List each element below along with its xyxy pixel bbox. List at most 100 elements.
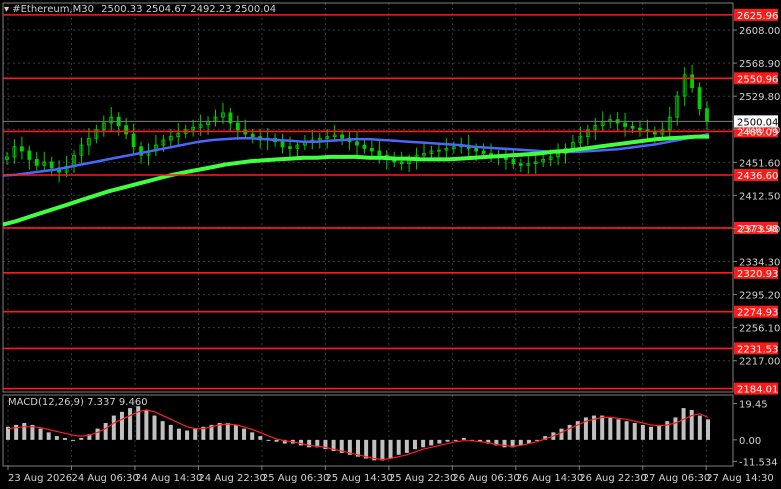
macd-hist-bar [160,421,165,440]
candle-body [474,148,479,152]
macd-hist-bar [128,408,133,440]
candle-body [690,74,695,88]
level-label: 2184.01 [737,385,778,396]
level-label: 2550.96 [737,74,778,85]
time-tick-label: 23 Aug 2026 [8,473,72,484]
macd-hist-bar [242,428,247,440]
macd-hist-bar [706,419,710,440]
macd-hist-bar [364,439,369,459]
candle-body [630,126,635,129]
macd-hist-bar [299,439,304,446]
macd-hist-bar [119,411,124,440]
time-tick-label: 25 Aug 06:30 [262,473,329,484]
symbol-label: ▾ #Ethereum,M30 2500.33 2504.67 2492.23 … [4,4,276,15]
macd-hist-bar [649,426,654,440]
candle-body [399,161,404,165]
level-label: 2274.93 [737,308,778,319]
candle-body [124,125,129,135]
macd-hist-bar [632,423,637,440]
time-tick-label: 24 Aug 14:30 [135,473,202,484]
candle-body [340,134,345,139]
price-tick-label: 2412.50 [739,191,780,202]
macd-hist-bar [616,419,621,440]
candle-body [131,133,136,148]
macd-hist-bar [673,417,678,440]
macd-hist-bar [657,424,662,440]
price-tick-label: 2490.70 [739,125,780,136]
macd-hist-bar [22,423,27,440]
macd-hist-bar [152,415,157,440]
price-tick-label: 2451.60 [739,158,780,169]
time-tick-label: 26 Aug 06:30 [452,473,519,484]
macd-hist-bar [412,439,417,450]
macd-hist-bar [307,439,312,448]
macd-hist-bar [79,437,84,440]
price-chart-svg[interactable]: 2625.962550.962488.092436.602373.982320.… [0,0,781,489]
time-tick-label: 24 Aug 22:30 [198,473,265,484]
time-tick-label: 26 Aug 14:30 [516,473,583,484]
trading-chart[interactable]: 2625.96 2550.96 2488.09 2436.60 2373.98 2320.… [0,0,781,489]
macd-hist-bar [396,439,401,455]
price-tick-label: 2608.00 [739,26,780,37]
price-tick-label: 2334.30 [739,258,780,269]
level-label: 2436.60 [737,171,778,182]
macd-hist-bar [624,421,629,440]
macd-hist-bar [144,409,149,440]
macd-hist-bar [176,428,181,440]
macd-hist-bar [185,430,190,440]
macd-hist-bar [388,439,393,459]
macd-hist-bar [54,436,59,440]
macd-hist-bar [429,439,434,446]
macd-hist-bar [445,439,450,442]
candle-body [697,87,702,110]
candle-body [518,163,523,166]
macd-hist-bar [233,424,238,440]
candle-body [377,150,382,156]
chart-menu-icon[interactable]: ▾ [4,4,12,15]
macd-tick-label: -11.534 [739,457,778,468]
candle-body [27,150,32,160]
macd-tick-label: 0.00 [739,436,761,447]
price-tick-label: 2373.40 [739,224,780,235]
time-tick-label: 26 Aug 22:30 [579,473,646,484]
macd-hist-bar [681,408,686,440]
level-label: 2231.53 [737,344,778,355]
macd-hist-bar [697,415,702,440]
macd-hist-bar [62,437,67,440]
price-tick-label: 2568.90 [739,59,780,70]
macd-hist-bar [689,409,694,440]
macd-label: MACD(12,26,9) 7.337 9.460 [8,397,148,408]
macd-hist-bar [437,439,442,444]
macd-hist-bar [38,428,43,440]
price-tick-label: 2295.20 [739,291,780,302]
candle-body [511,159,516,165]
candle-body [369,148,374,152]
candle-body [19,146,24,152]
candle-body [705,108,709,122]
macd-hist-bar [608,417,613,440]
candle-body [250,133,255,138]
macd-hist-bar [111,415,116,440]
macd-hist-bar [95,428,100,440]
candle-body [49,161,54,169]
time-tick-label: 25 Aug 14:30 [325,473,392,484]
macd-hist-bar [168,424,173,440]
candle-body [362,144,367,149]
macd-hist-bar [266,439,271,441]
candle-body [235,122,240,131]
macd-hist-bar [225,423,230,440]
macd-hist-bar [46,432,51,440]
macd-hist-bar [567,424,572,440]
macd-hist-bar [372,439,377,461]
macd-hist-bar [453,439,458,441]
candle-body [638,127,642,131]
macd-hist-bar [380,439,385,461]
candle-body [34,159,39,166]
candle-body [481,150,486,154]
candle-body [623,122,627,127]
macd-hist-bar [559,428,564,440]
macd-hist-bar [461,437,466,440]
time-tick-label: 25 Aug 22:30 [389,473,456,484]
macd-hist-bar [640,424,645,440]
time-tick-label: 27 Aug 06:30 [643,473,710,484]
